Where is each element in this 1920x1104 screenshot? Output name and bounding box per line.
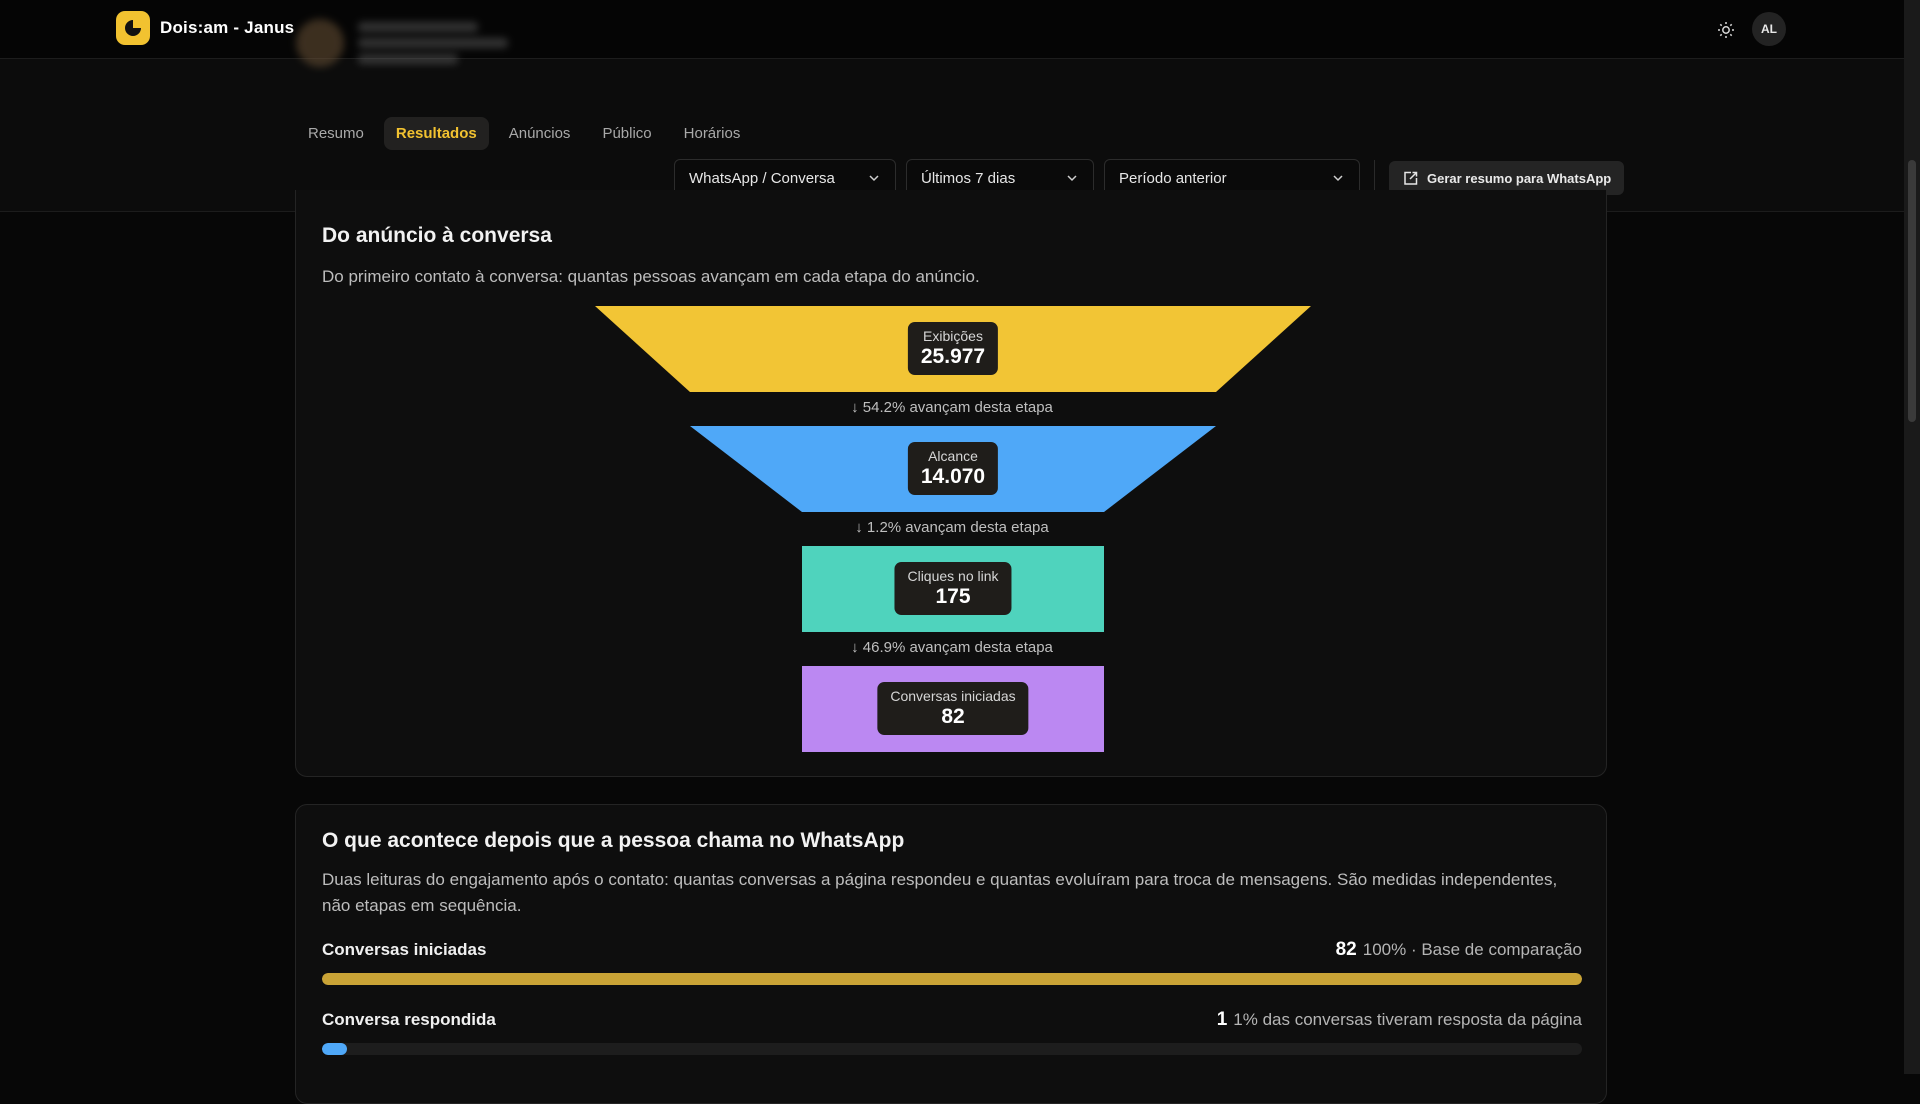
objective-select-value: WhatsApp / Conversa — [689, 169, 835, 187]
stage-label-conversas: Conversas iniciadas 82 — [877, 682, 1029, 735]
user-avatar[interactable]: AL — [1752, 12, 1786, 46]
stage-label-alcance: Alcance 14.070 — [907, 442, 999, 495]
stage-name: Alcance — [928, 448, 978, 464]
blurred-account-info — [296, 16, 508, 70]
whatsapp-card-subtitle: Duas leituras do engajamento após o cont… — [322, 867, 1557, 919]
chevron-down-icon — [1067, 175, 1077, 182]
bar-note: 100% · Base de comparação — [1362, 940, 1582, 959]
account-avatar — [296, 19, 344, 67]
app-name: Dois:am - Janus — [160, 18, 295, 37]
bar-note: 1% das conversas tiveram resposta da pág… — [1233, 1010, 1582, 1029]
tab-publico[interactable]: Público — [590, 117, 663, 150]
stage-name: Exibições — [923, 328, 983, 344]
stage-value: 25.977 — [920, 345, 986, 368]
bar-fill — [322, 973, 1582, 985]
stage-rate-1: ↓ 54.2% avançam desta etapa — [851, 399, 1053, 416]
stage-value: 14.070 — [920, 465, 986, 488]
sun-icon[interactable] — [1712, 16, 1740, 44]
top-bar: Dois:am - Janus AL — [0, 0, 1904, 67]
bar-track — [322, 973, 1582, 985]
subtitle-line-2: não etapas em sequência. — [322, 896, 522, 915]
bar-value: 1 — [1216, 1009, 1228, 1030]
subtitle-line-1: Duas leituras do engajamento após o cont… — [322, 870, 1558, 889]
stage-value: 175 — [935, 585, 971, 608]
whatsapp-engagement-card: O que acontece depois que a pessoa chama… — [295, 804, 1607, 1104]
stage-rate-2: ↓ 1.2% avançam desta etapa — [855, 519, 1049, 536]
bar-conversa-respondida: Conversa respondida 1 1% das conversas ti… — [322, 1009, 1582, 1055]
bar-value: 82 — [1335, 939, 1357, 960]
chevron-down-icon — [869, 175, 879, 182]
scrollbar-thumb[interactable] — [1908, 160, 1916, 422]
stage-value: 82 — [941, 705, 965, 728]
stage-name: Conversas iniciadas — [890, 688, 1016, 704]
tab-horarios[interactable]: Horários — [672, 117, 753, 150]
brand[interactable]: Dois:am - Janus — [116, 11, 294, 45]
bar-fill — [322, 1043, 348, 1055]
results-tabs: Resumo Resultados Anúncios Público Horár… — [296, 117, 752, 150]
page-scrollbar[interactable] — [1904, 0, 1920, 1074]
stage-label-exibicoes: Exibições 25.977 — [907, 322, 999, 375]
stage-name: Cliques no link — [907, 568, 999, 584]
logo-icon — [116, 11, 150, 45]
bar-label: Conversas iniciadas — [322, 940, 487, 959]
chevron-down-icon — [1333, 175, 1343, 182]
tab-anuncios[interactable]: Anúncios — [497, 117, 583, 150]
funnel-card: Do anúncio à conversa Do primeiro contat… — [295, 190, 1607, 777]
share-icon — [1404, 171, 1418, 185]
whatsapp-card-title: O que acontece depois que a pessoa chama… — [322, 829, 905, 852]
comparison-select-value: Período anterior — [1119, 169, 1227, 187]
bar-meta: 82 100% · Base de comparação — [1336, 939, 1582, 961]
stage-rate-3: ↓ 46.9% avançam desta etapa — [851, 639, 1053, 656]
stage-label-cliques: Cliques no link 175 — [894, 562, 1012, 615]
bar-label: Conversa respondida — [322, 1010, 496, 1029]
generate-button-label: Gerar resumo para WhatsApp — [1427, 170, 1612, 186]
bar-track — [322, 1043, 1582, 1055]
period-select-value: Últimos 7 dias — [921, 169, 1016, 187]
bar-conversas-iniciadas: Conversas iniciadas 82 100% · Base de com… — [322, 939, 1582, 985]
bar-meta: 1 1% das conversas tiveram resposta da pá… — [1217, 1009, 1582, 1031]
account-lines — [358, 16, 508, 70]
tab-resumo[interactable]: Resumo — [296, 117, 376, 150]
tab-resultados[interactable]: Resultados — [383, 117, 489, 150]
